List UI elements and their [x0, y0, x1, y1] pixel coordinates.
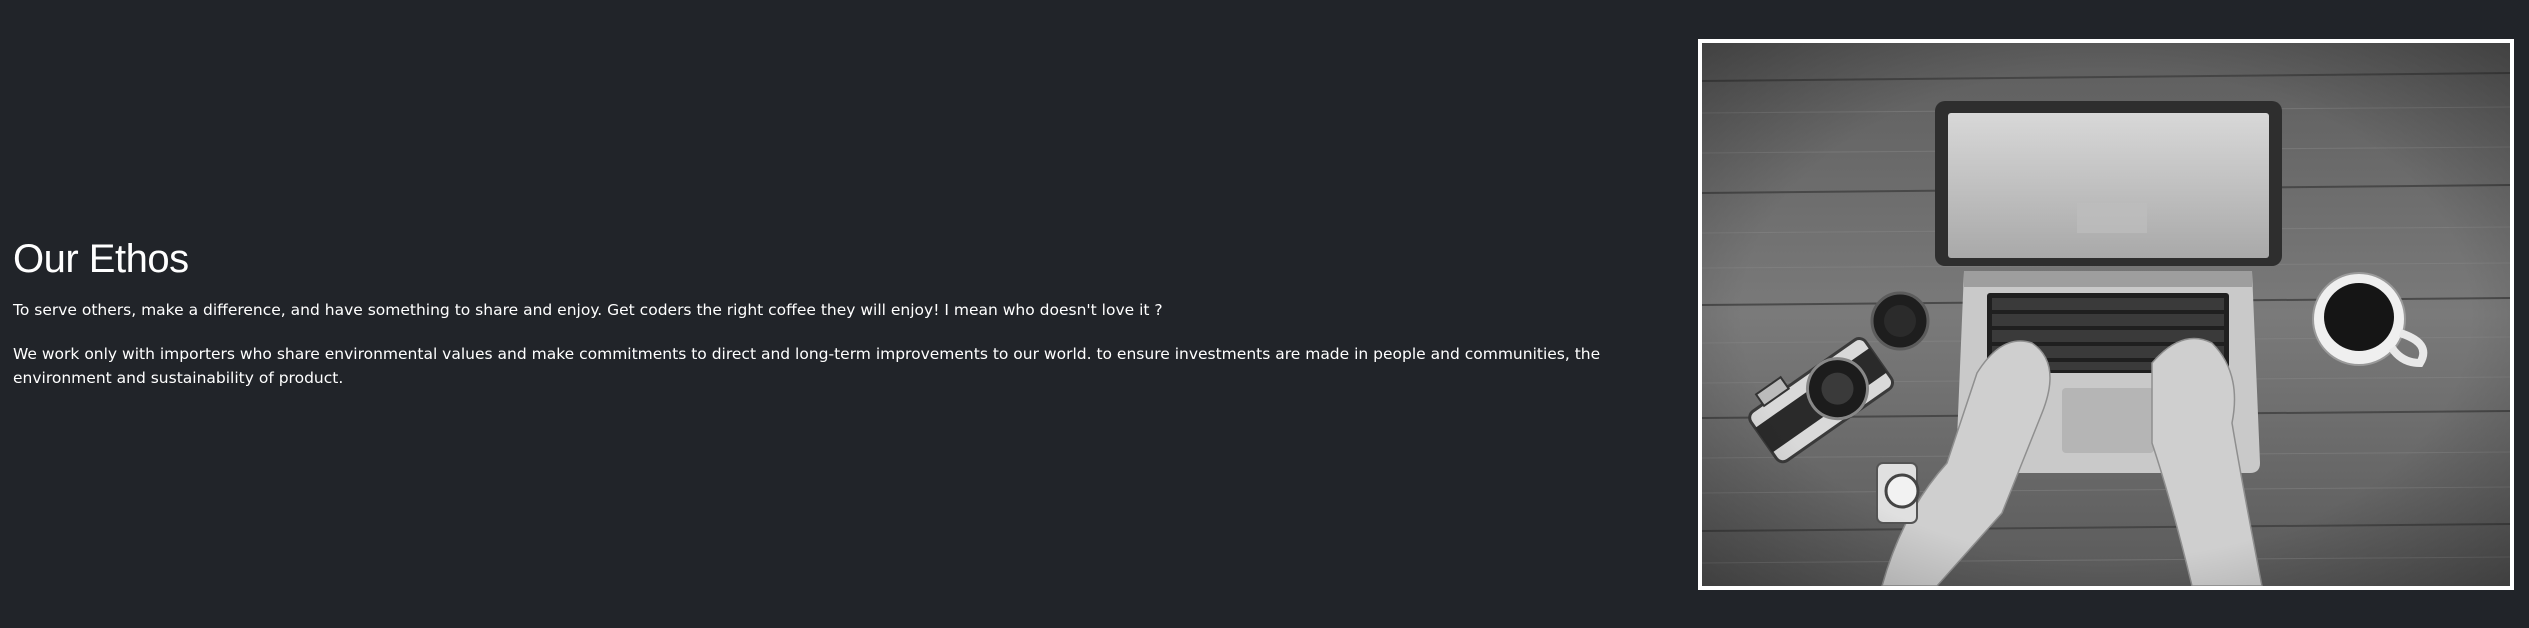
ethos-paragraph-mission: To serve others, make a difference, and … — [13, 301, 1163, 319]
section-heading: Our Ethos — [13, 237, 189, 281]
laptop-desk-photo — [1698, 39, 2514, 590]
ethos-paragraph-sourcing: We work only with importers who share en… — [13, 345, 1601, 387]
laptop-desk-illustration — [1702, 43, 2510, 586]
ethos-text-column: Our Ethos To serve others, make a differ… — [13, 232, 1673, 410]
ethos-section: Our Ethos To serve others, make a differ… — [0, 0, 2529, 628]
